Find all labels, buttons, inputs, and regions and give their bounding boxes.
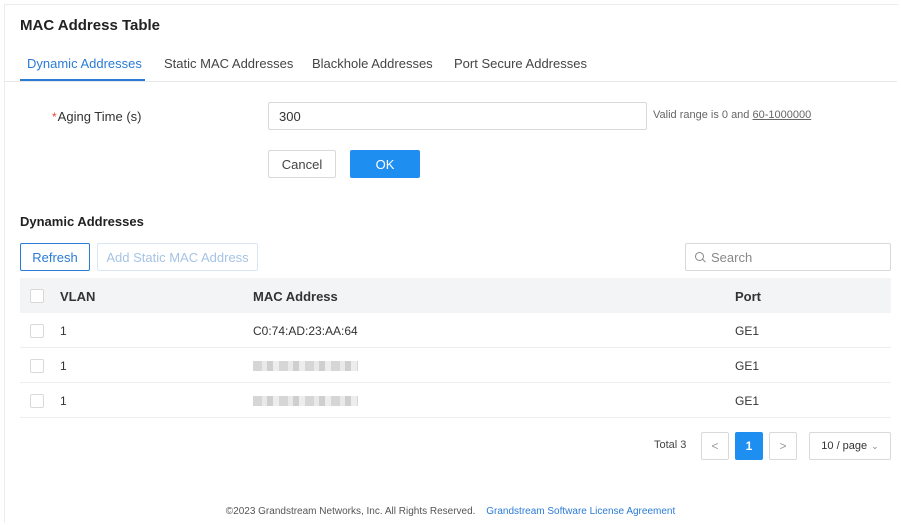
tab-port-secure-addresses[interactable]: Port Secure Addresses: [454, 56, 587, 71]
tab-static-mac-addresses[interactable]: Static MAC Addresses: [164, 56, 293, 71]
tab-blackhole-addresses[interactable]: Blackhole Addresses: [312, 56, 433, 71]
page-size-value: 10 / page: [821, 440, 868, 452]
cell-port: GE1: [735, 324, 760, 338]
table-row: 1 GE1: [20, 383, 891, 418]
tab-bar: Dynamic Addresses Static MAC Addresses B…: [4, 48, 897, 82]
redacted-mac-address: [253, 361, 358, 371]
column-header-vlan: VLAN: [60, 289, 96, 304]
table-row: 1 C0:74:AD:23:AA:64 GE1: [20, 313, 891, 348]
add-static-mac-button[interactable]: Add Static MAC Address: [97, 243, 258, 271]
hint-range: 60-1000000: [752, 109, 812, 121]
page-title: MAC Address Table: [20, 17, 161, 34]
refresh-button[interactable]: Refresh: [20, 243, 90, 271]
cell-port: GE1: [735, 394, 760, 408]
tab-dynamic-addresses[interactable]: Dynamic Addresses: [27, 56, 142, 71]
row-checkbox[interactable]: [30, 394, 44, 408]
cell-port: GE1: [735, 359, 760, 373]
table-header: VLAN MAC Address Port: [20, 278, 891, 313]
ok-button[interactable]: OK: [350, 150, 420, 178]
aging-time-label-text: Aging Time (s): [57, 109, 142, 124]
page-size-select[interactable]: 10 / page ⌄: [809, 432, 891, 460]
page-1-button[interactable]: 1: [735, 432, 763, 460]
search-icon: [695, 251, 706, 263]
hint-text: Valid range is 0 and: [653, 109, 753, 121]
cell-mac-address: C0:74:AD:23:AA:64: [253, 324, 358, 338]
cell-vlan: 1: [60, 324, 67, 338]
next-page-button[interactable]: >: [769, 432, 797, 460]
search-box[interactable]: [685, 243, 891, 271]
mac-table: VLAN MAC Address Port 1 C0:74:AD:23:AA:6…: [20, 278, 891, 418]
row-checkbox[interactable]: [30, 324, 44, 338]
active-tab-indicator: [20, 79, 145, 81]
column-header-port: Port: [735, 289, 761, 304]
row-checkbox[interactable]: [30, 359, 44, 373]
cell-vlan: 1: [60, 359, 67, 373]
copyright-text: ©2023 Grandstream Networks, Inc. All Rig…: [225, 506, 476, 517]
table-row: 1 GE1: [20, 348, 891, 383]
column-header-mac-address: MAC Address: [253, 289, 338, 304]
aging-time-hint: Valid range is 0 and 60-1000000: [653, 109, 811, 121]
cell-vlan: 1: [60, 394, 67, 408]
search-input[interactable]: [711, 249, 881, 265]
total-count: Total 3: [654, 439, 687, 451]
chevron-down-icon: ⌄: [871, 440, 879, 451]
required-mark: *: [52, 110, 57, 124]
cancel-button[interactable]: Cancel: [268, 150, 336, 178]
previous-page-button[interactable]: <: [701, 432, 729, 460]
redacted-mac-address: [253, 396, 358, 406]
footer: ©2023 Grandstream Networks, Inc. All Rig…: [0, 506, 901, 517]
select-all-checkbox[interactable]: [30, 289, 44, 303]
aging-time-label: *Aging Time (s): [52, 109, 141, 124]
license-agreement-link[interactable]: Grandstream Software License Agreement: [486, 506, 675, 517]
section-title: Dynamic Addresses: [20, 214, 144, 229]
aging-time-input[interactable]: [268, 102, 647, 130]
